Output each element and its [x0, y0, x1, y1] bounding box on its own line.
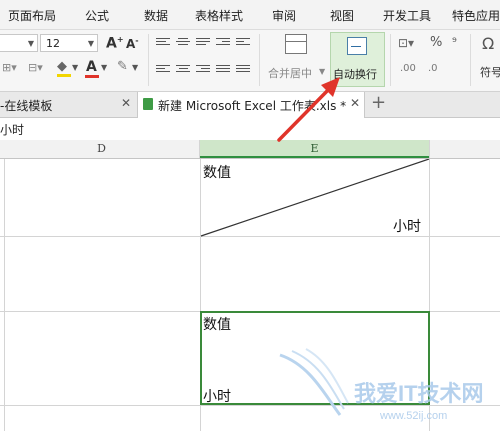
watermark-logo: 我爱IT技术网 www.52ij.com — [279, 348, 484, 422]
watermark-text: 我爱IT技术网 — [354, 381, 484, 406]
watermark-url: www.52ij.com — [379, 410, 447, 422]
